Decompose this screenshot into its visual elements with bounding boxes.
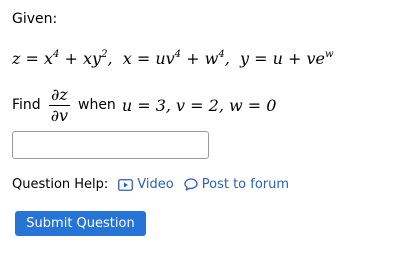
x-term-1-exponent: 4 (174, 49, 182, 60)
y-variable: y (239, 49, 249, 68)
given-equations: z = x4 + xy2, x = uv4 + w4, y = u + vew (12, 49, 334, 68)
y-term-2-base: ve (306, 49, 325, 68)
question-help-label: Question Help: (12, 177, 109, 192)
post-to-forum-link[interactable]: Post to forum (184, 177, 289, 192)
y-term-1: u (272, 49, 283, 68)
speech-bubble-icon (184, 178, 198, 191)
fraction-numerator: ∂z (48, 84, 70, 106)
z-term-1-exponent: 4 (53, 49, 60, 60)
x-variable: x (122, 49, 132, 68)
y-term-2-exponent: w (324, 49, 334, 60)
evaluation-conditions: u = 3, v = 2, w = 0 (121, 95, 277, 115)
find-prompt: Find ∂z ∂v when u = 3, v = 2, w = 0 (12, 85, 276, 125)
fraction-denominator: ∂v (50, 105, 68, 125)
partial-derivative-fraction: ∂z ∂v (48, 84, 70, 125)
answer-input[interactable] (12, 131, 209, 159)
z-term-1-base: x (44, 49, 54, 68)
submit-question-button[interactable]: Submit Question (15, 211, 146, 236)
given-label: Given: (12, 11, 58, 27)
post-to-forum-label: Post to forum (201, 177, 290, 192)
z-term-2-exponent: 2 (101, 49, 108, 60)
z-variable: z (12, 49, 21, 68)
video-icon (118, 178, 134, 191)
x-term-2-base: w (204, 49, 219, 68)
x-term-2-exponent: 4 (218, 49, 225, 60)
x-term-1-base: uv (155, 49, 175, 68)
find-label: Find (12, 97, 41, 113)
z-term-2-base: xy (83, 49, 102, 68)
question-help: Question Help: Video Post to forum (12, 177, 289, 192)
video-link-label: Video (137, 177, 174, 192)
video-link[interactable]: Video (118, 177, 174, 192)
when-label: when (78, 97, 116, 113)
